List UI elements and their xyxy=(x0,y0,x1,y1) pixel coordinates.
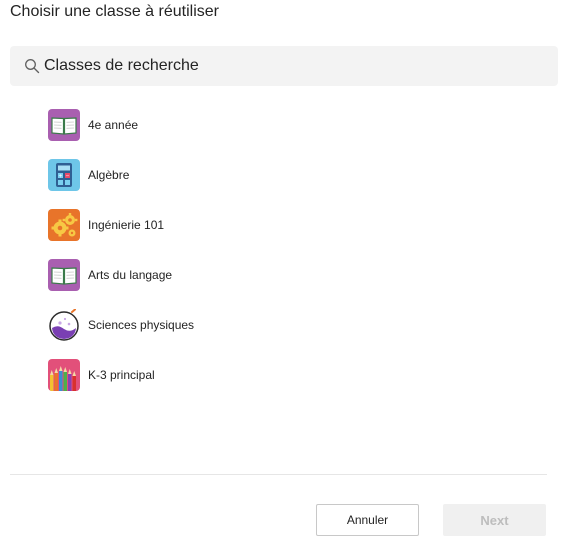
colored-pencils-icon xyxy=(48,359,80,391)
open-book-icon xyxy=(48,259,80,291)
class-label: Sciences physiques xyxy=(88,318,195,332)
next-button[interactable]: Next xyxy=(443,504,546,536)
class-label: Ingénierie 101 xyxy=(88,218,165,232)
search-box[interactable] xyxy=(10,46,558,86)
class-label: 4e année xyxy=(88,118,139,132)
class-item-sciences-physiques[interactable]: Sciences physiques xyxy=(46,300,346,350)
class-item-arts-du-langage[interactable]: Arts du langage xyxy=(46,250,346,300)
cancel-button[interactable]: Annuler xyxy=(316,504,419,536)
svg-text:−: − xyxy=(65,173,69,179)
class-item-4e-annee[interactable]: 4e année xyxy=(46,100,346,150)
svg-text:+: + xyxy=(58,173,62,179)
dialog-title: Choisir une classe à réutiliser xyxy=(10,3,219,20)
gears-icon xyxy=(48,209,80,241)
choose-class-dialog: Choisir une classe à réutiliser Classes … xyxy=(0,0,565,545)
flask-icon xyxy=(48,309,80,341)
class-list: 4e année + − Algèbre Ingénierie 101 Arts… xyxy=(46,100,346,400)
class-label: Arts du langage xyxy=(88,268,173,282)
calculator-icon: + − xyxy=(48,159,80,191)
class-item-ingenierie-101[interactable]: Ingénierie 101 xyxy=(46,200,346,250)
open-book-icon xyxy=(48,109,80,141)
search-input[interactable] xyxy=(44,54,544,78)
footer-divider xyxy=(10,474,547,475)
class-label: Algèbre xyxy=(88,168,130,182)
search-icon xyxy=(25,59,40,74)
class-item-algebre[interactable]: + − Algèbre xyxy=(46,150,346,200)
class-item-k3-principal[interactable]: K-3 principal xyxy=(46,350,346,400)
class-label: K-3 principal xyxy=(88,368,155,382)
